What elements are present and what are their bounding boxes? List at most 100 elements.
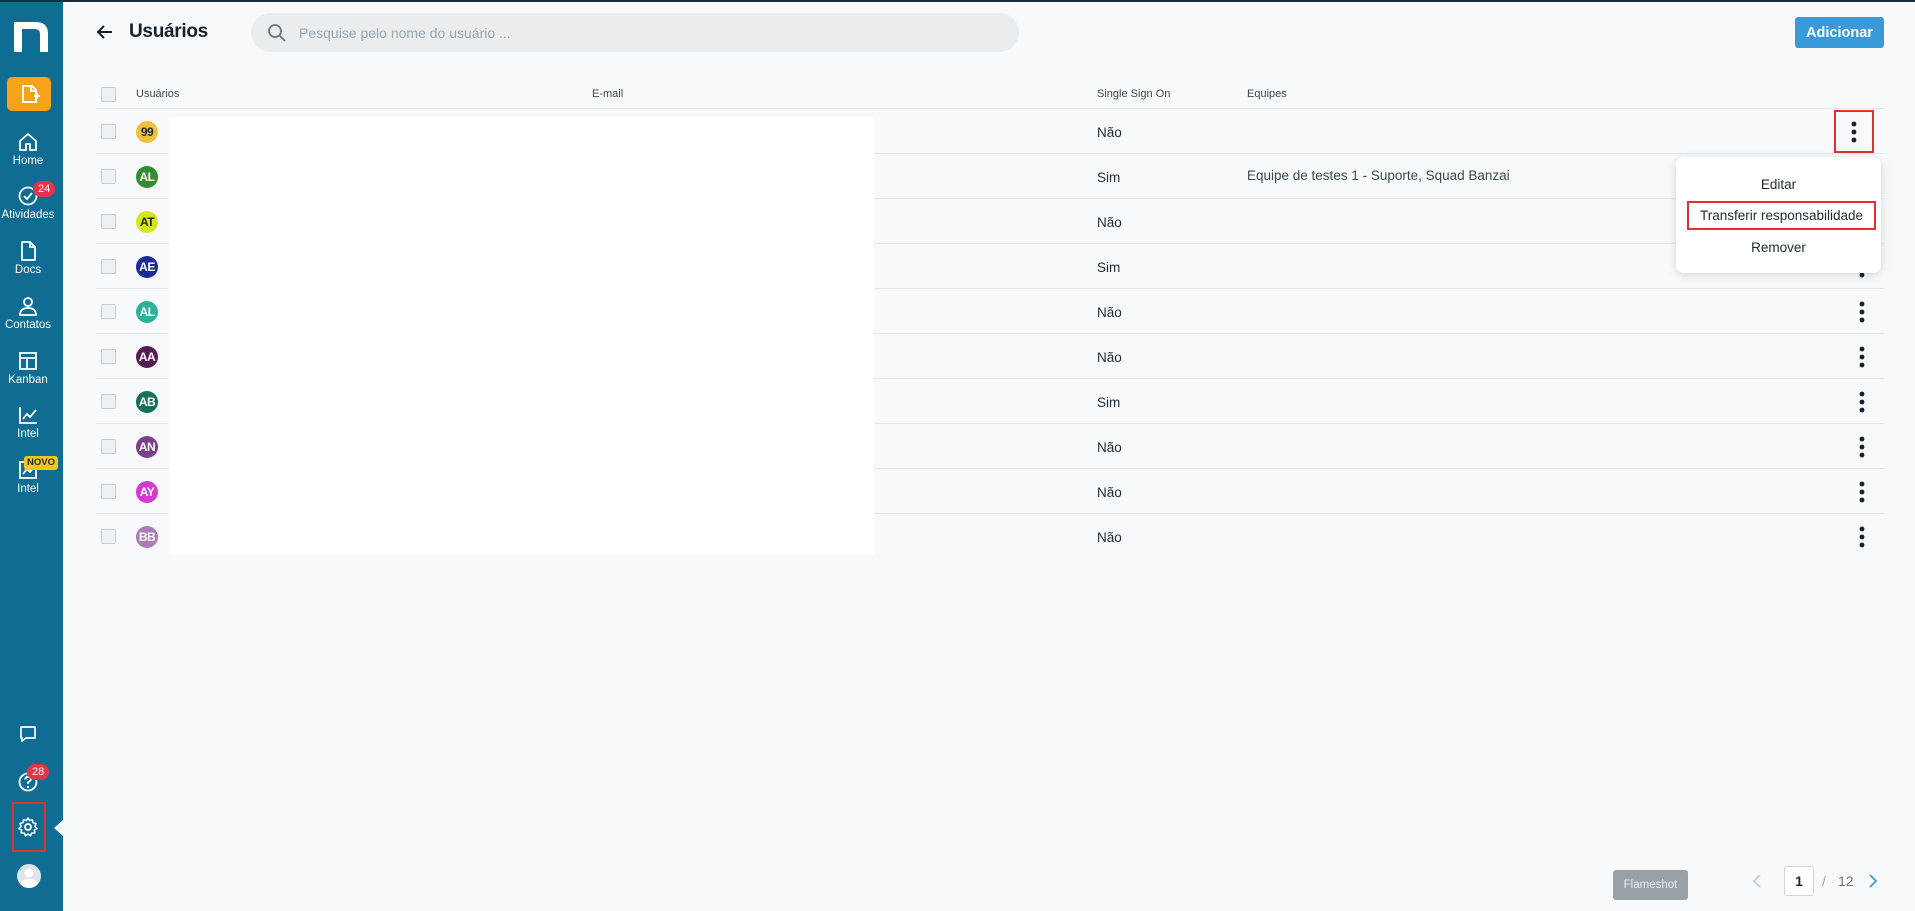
menu-item-edit[interactable]: Editar	[1676, 177, 1881, 192]
page-total: 12	[1838, 873, 1854, 889]
kebab-menu-icon	[1859, 346, 1865, 368]
help-button[interactable]: 28	[14, 764, 50, 796]
new-document-icon	[22, 85, 40, 103]
sidebar-item-intel-new[interactable]: Intel NOVO	[0, 456, 58, 495]
kanban-icon	[19, 352, 37, 370]
sso-value: Não	[1097, 215, 1122, 230]
sidebar-item-label: Intel	[17, 428, 39, 440]
kebab-menu-icon	[1859, 301, 1865, 323]
settings-highlight	[12, 802, 46, 852]
sidebar-item-label: Kanban	[8, 374, 48, 386]
person-icon	[19, 297, 37, 316]
row-actions-button[interactable]	[1834, 110, 1874, 153]
avatar: BB	[136, 526, 158, 548]
kebab-menu-icon	[1859, 526, 1865, 548]
sidebar-item-intel[interactable]: Intel	[0, 404, 56, 440]
select-all-checkbox[interactable]	[101, 87, 116, 102]
sso-value: Sim	[1097, 260, 1121, 275]
sso-value: Não	[1097, 125, 1122, 140]
sidebar-item-kanban[interactable]: Kanban	[0, 350, 56, 386]
add-user-button[interactable]: Adicionar	[1795, 17, 1884, 48]
pagination: 1 / 12	[1750, 866, 1880, 896]
sso-value: Não	[1097, 440, 1122, 455]
kebab-menu-icon	[1859, 391, 1865, 413]
redacted-area	[169, 117, 874, 554]
sso-value: Sim	[1097, 395, 1121, 410]
row-checkbox[interactable]	[101, 259, 116, 274]
kebab-menu-icon	[1859, 481, 1865, 503]
avatar: 99	[136, 121, 158, 143]
column-header-teams: Equipes	[1247, 88, 1287, 100]
teams-value: Equipe de testes 1 - Suporte, Squad Banz…	[1247, 168, 1510, 183]
row-actions-menu: Editar Transferir responsabilidade Remov…	[1676, 157, 1881, 273]
home-icon	[19, 133, 37, 151]
row-checkbox[interactable]	[101, 304, 116, 319]
document-icon	[21, 241, 36, 261]
sidebar-item-contatos[interactable]: Contatos	[0, 295, 56, 331]
table-header: Usuários E-mail Single Sign On Equipes	[96, 84, 1884, 108]
sidebar-item-home[interactable]: Home	[0, 131, 56, 167]
page-separator: /	[1822, 873, 1826, 889]
user-avatar-icon	[20, 868, 38, 888]
row-actions-button[interactable]	[1848, 343, 1876, 371]
row-actions-button[interactable]	[1848, 298, 1876, 326]
sidebar-item-label: Home	[12, 155, 44, 167]
sso-value: Não	[1097, 305, 1122, 320]
avatar: AE	[136, 256, 158, 278]
line-chart-icon	[19, 407, 37, 424]
chevron-right-icon[interactable]	[1866, 873, 1880, 889]
row-checkbox[interactable]	[101, 169, 116, 184]
help-badge: 28	[27, 764, 50, 780]
column-header-email: E-mail	[592, 88, 624, 100]
page-current[interactable]: 1	[1784, 866, 1814, 896]
row-checkbox[interactable]	[101, 349, 116, 364]
avatar: AT	[136, 211, 158, 233]
menu-item-remove[interactable]: Remover	[1676, 240, 1881, 255]
row-actions-button[interactable]	[1848, 433, 1876, 461]
back-arrow-icon[interactable]	[95, 22, 115, 42]
kebab-menu-icon	[1851, 121, 1857, 142]
row-checkbox[interactable]	[101, 529, 116, 544]
chat-icon	[20, 726, 36, 742]
avatar: AN	[136, 436, 158, 458]
sidebar-item-atividades[interactable]: Atividades 24	[0, 181, 56, 221]
chat-button[interactable]	[14, 720, 42, 748]
avatar: AA	[136, 346, 158, 368]
column-header-users: Usuários	[136, 88, 180, 100]
row-checkbox[interactable]	[101, 124, 116, 139]
search-input[interactable]	[299, 22, 999, 44]
row-actions-button[interactable]	[1848, 478, 1876, 506]
row-checkbox[interactable]	[101, 439, 116, 454]
kebab-menu-icon	[1859, 436, 1865, 458]
column-header-sso: Single Sign On	[1097, 88, 1171, 100]
row-checkbox[interactable]	[101, 394, 116, 409]
search-icon	[268, 24, 286, 42]
sidebar-item-docs[interactable]: Docs	[0, 240, 56, 276]
avatar: AL	[136, 166, 158, 188]
sso-value: Não	[1097, 530, 1122, 545]
sso-value: Não	[1097, 485, 1122, 500]
row-checkbox[interactable]	[101, 214, 116, 229]
notification-badge: 24	[33, 181, 56, 197]
app-logo-icon[interactable]	[12, 18, 50, 54]
row-checkbox[interactable]	[101, 484, 116, 499]
new-document-button[interactable]	[7, 77, 51, 111]
avatar: AY	[136, 481, 158, 503]
sidebar-item-label: Atividades	[1, 209, 55, 221]
row-actions-button[interactable]	[1848, 388, 1876, 416]
flameshot-tooltip: Flameshot	[1613, 870, 1688, 900]
user-avatar[interactable]	[17, 864, 41, 888]
sidebar-item-label: Contatos	[4, 319, 52, 331]
sidebar-item-label: Docs	[14, 264, 42, 276]
chevron-left-icon[interactable]	[1750, 873, 1764, 889]
menu-item-transfer-ownership[interactable]: Transferir responsabilidade	[1687, 201, 1876, 230]
sso-value: Sim	[1097, 170, 1121, 185]
sidebar-item-label: Intel	[17, 483, 39, 495]
sso-value: Não	[1097, 350, 1122, 365]
new-feature-badge: NOVO	[24, 456, 58, 470]
avatar: AB	[136, 391, 158, 413]
sidebar-active-pointer	[54, 820, 63, 836]
search-bar[interactable]	[251, 13, 1019, 52]
row-actions-button[interactable]	[1848, 523, 1876, 551]
sidebar: Home Atividades 24 Docs Contatos Kanban	[0, 2, 63, 911]
